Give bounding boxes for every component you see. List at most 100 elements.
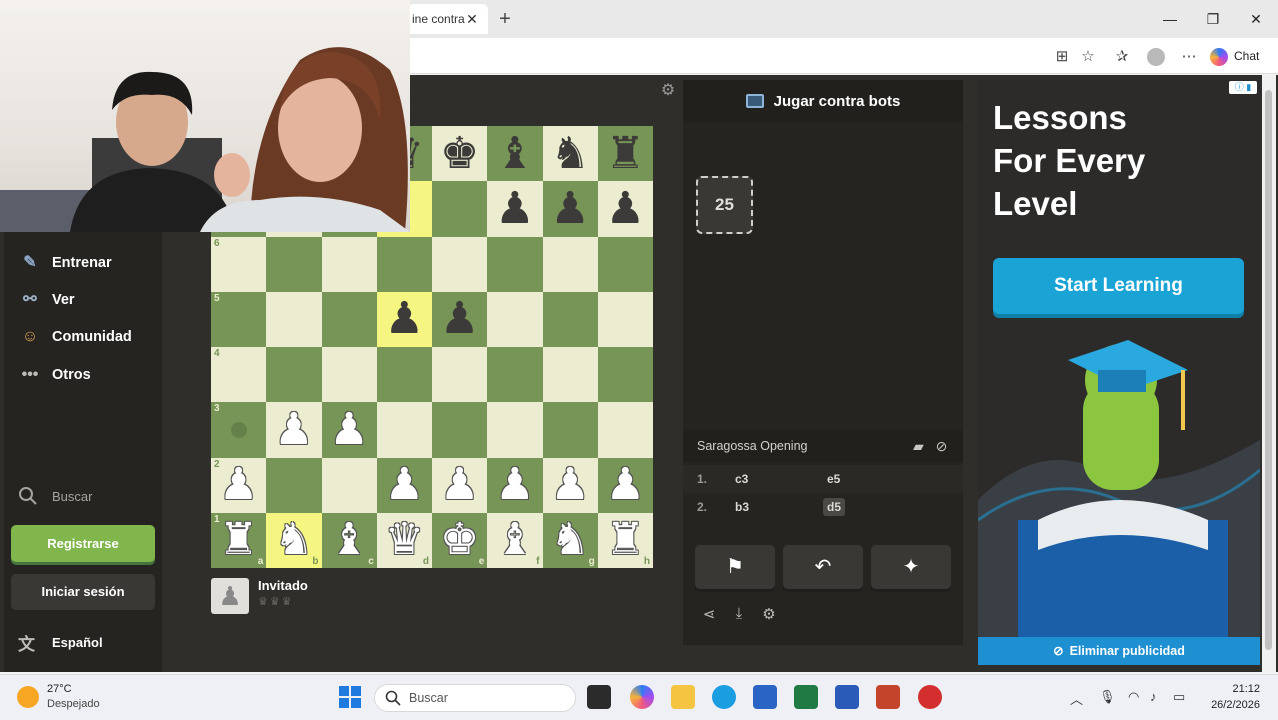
square-d1[interactable]: ♛ d bbox=[376, 512, 432, 568]
excel-icon[interactable] bbox=[794, 685, 818, 709]
new-tab-button[interactable]: + bbox=[494, 6, 516, 32]
square-h4[interactable] bbox=[597, 347, 653, 403]
white-move[interactable]: c3 bbox=[735, 472, 823, 486]
remove-ads-button[interactable]: ⊘ Eliminar publicidad bbox=[978, 637, 1260, 665]
white-pawn-piece[interactable]: ♟ bbox=[550, 463, 589, 507]
task-view-icon[interactable] bbox=[587, 685, 611, 709]
close-window-button[interactable]: ✕ bbox=[1238, 6, 1274, 32]
white-pawn-piece[interactable]: ♟ bbox=[440, 463, 479, 507]
square-a4[interactable]: 4 bbox=[211, 347, 267, 403]
square-d6[interactable] bbox=[376, 236, 432, 292]
white-queen-piece[interactable]: ♛ bbox=[385, 518, 424, 562]
square-a6[interactable]: 6 bbox=[211, 236, 267, 292]
square-f5[interactable] bbox=[487, 291, 543, 347]
square-b4[interactable] bbox=[266, 347, 322, 403]
black-pawn-piece[interactable]: ♟ bbox=[440, 297, 479, 341]
black-pawn-piece[interactable]: ♟ bbox=[495, 186, 534, 231]
square-a3[interactable]: 3 bbox=[211, 402, 267, 458]
square-f2[interactable]: ♟ bbox=[487, 457, 543, 513]
battery-icon[interactable]: ▭ bbox=[1173, 689, 1185, 705]
board-settings-gear-icon[interactable]: ⚙ bbox=[658, 80, 678, 100]
word-icon[interactable] bbox=[835, 685, 859, 709]
square-f3[interactable] bbox=[487, 402, 543, 458]
volume-icon[interactable]: ♪ bbox=[1150, 689, 1157, 704]
profile-icon[interactable] bbox=[1145, 46, 1167, 68]
white-move[interactable]: b3 bbox=[735, 500, 823, 514]
square-a1[interactable]: 1 ♜ a bbox=[211, 512, 267, 568]
clock-date[interactable]: 26/2/2026 bbox=[1196, 699, 1260, 711]
wifi-icon[interactable]: ◠ bbox=[1128, 689, 1139, 705]
white-pawn-piece[interactable]: ♟ bbox=[495, 463, 534, 507]
square-f7[interactable]: ♟ bbox=[487, 181, 543, 237]
square-c3[interactable]: ♟ bbox=[321, 402, 377, 458]
adchoices-icon[interactable]: ⓘ ▮ bbox=[1229, 81, 1257, 94]
bot-level-chip[interactable]: 25 bbox=[696, 176, 753, 234]
hint-button[interactable]: ✦ bbox=[871, 545, 951, 589]
square-e4[interactable] bbox=[432, 347, 488, 403]
square-b6[interactable] bbox=[266, 236, 322, 292]
square-d3[interactable] bbox=[376, 402, 432, 458]
white-pawn-piece[interactable]: ♟ bbox=[329, 407, 368, 452]
microphone-icon[interactable]: 🎙 bbox=[1099, 689, 1116, 705]
square-h2[interactable]: ♟ bbox=[597, 457, 653, 513]
sidebar-item-otros[interactable]: ••• Otros bbox=[18, 363, 91, 387]
square-f8[interactable]: ♝ bbox=[487, 126, 543, 182]
black-king-piece[interactable]: ♚ bbox=[440, 131, 479, 176]
square-h7[interactable]: ♟ bbox=[597, 181, 653, 237]
square-c6[interactable] bbox=[321, 236, 377, 292]
black-move[interactable]: e5 bbox=[823, 470, 844, 488]
square-h3[interactable] bbox=[597, 402, 653, 458]
login-button[interactable]: Iniciar sesión bbox=[11, 574, 155, 610]
square-h1[interactable]: ♜ h bbox=[597, 512, 653, 568]
language-selector[interactable]: 文 Español bbox=[18, 630, 103, 655]
black-rook-piece[interactable]: ♜ bbox=[606, 131, 645, 176]
resign-flag-button[interactable]: ⚑ bbox=[695, 545, 775, 589]
sidebar-search[interactable]: Buscar bbox=[18, 486, 92, 506]
white-pawn-piece[interactable]: ♟ bbox=[385, 463, 424, 507]
white-pawn-piece[interactable]: ♟ bbox=[219, 463, 258, 507]
square-h5[interactable] bbox=[597, 291, 653, 347]
square-b3[interactable]: ♟ bbox=[266, 402, 322, 458]
white-knight-piece[interactable]: ♞ bbox=[274, 518, 313, 562]
square-h8[interactable]: ♜ bbox=[597, 126, 653, 182]
more-menu-icon[interactable]: ⋯ bbox=[1178, 46, 1200, 68]
square-g7[interactable]: ♟ bbox=[542, 181, 598, 237]
white-rook-piece[interactable]: ♜ bbox=[219, 518, 258, 562]
download-icon[interactable]: ⤓ bbox=[729, 605, 749, 625]
square-d2[interactable]: ♟ bbox=[376, 457, 432, 513]
apps-icon[interactable]: ⊞ bbox=[1051, 46, 1073, 68]
black-knight-piece[interactable]: ♞ bbox=[550, 131, 589, 176]
square-g3[interactable] bbox=[542, 402, 598, 458]
clock-time[interactable]: 21:12 bbox=[1208, 683, 1260, 695]
square-c1[interactable]: ♝ c bbox=[321, 512, 377, 568]
black-bishop-piece[interactable]: ♝ bbox=[495, 131, 534, 176]
book-icon[interactable]: ▰ bbox=[913, 438, 924, 454]
edge-browser-icon[interactable] bbox=[712, 685, 736, 709]
sidebar-item-comunidad[interactable]: ☺ Comunidad bbox=[18, 325, 132, 349]
start-learning-button[interactable]: Start Learning bbox=[993, 258, 1244, 314]
square-c5[interactable] bbox=[321, 291, 377, 347]
tab-close-icon[interactable]: ✕ bbox=[462, 4, 482, 34]
white-knight-piece[interactable]: ♞ bbox=[550, 518, 589, 562]
copilot-chat-button[interactable]: Chat bbox=[1210, 44, 1259, 68]
square-a5[interactable]: 5 bbox=[211, 291, 267, 347]
square-g5[interactable] bbox=[542, 291, 598, 347]
favorites-icon[interactable]: ✰ bbox=[1111, 46, 1133, 68]
windows-start-icon[interactable] bbox=[339, 686, 361, 708]
white-pawn-piece[interactable]: ♟ bbox=[606, 463, 645, 507]
square-f1[interactable]: ♝ f bbox=[487, 512, 543, 568]
favorite-star-icon[interactable]: ☆ bbox=[1077, 46, 1099, 68]
square-b2[interactable] bbox=[266, 457, 322, 513]
square-f4[interactable] bbox=[487, 347, 543, 403]
square-e1[interactable]: ♚ e bbox=[432, 512, 488, 568]
explore-compass-icon[interactable]: ⊘ bbox=[936, 438, 948, 454]
white-bishop-piece[interactable]: ♝ bbox=[329, 518, 368, 562]
square-e8[interactable]: ♚ bbox=[432, 126, 488, 182]
square-g8[interactable]: ♞ bbox=[542, 126, 598, 182]
square-h6[interactable] bbox=[597, 236, 653, 292]
sidebar-item-entrenar[interactable]: ✎ Entrenar bbox=[18, 251, 111, 275]
legal-move-dot[interactable] bbox=[230, 421, 247, 438]
black-pawn-piece[interactable]: ♟ bbox=[385, 297, 424, 341]
square-a2[interactable]: 2 ♟ bbox=[211, 457, 267, 513]
square-e3[interactable] bbox=[432, 402, 488, 458]
